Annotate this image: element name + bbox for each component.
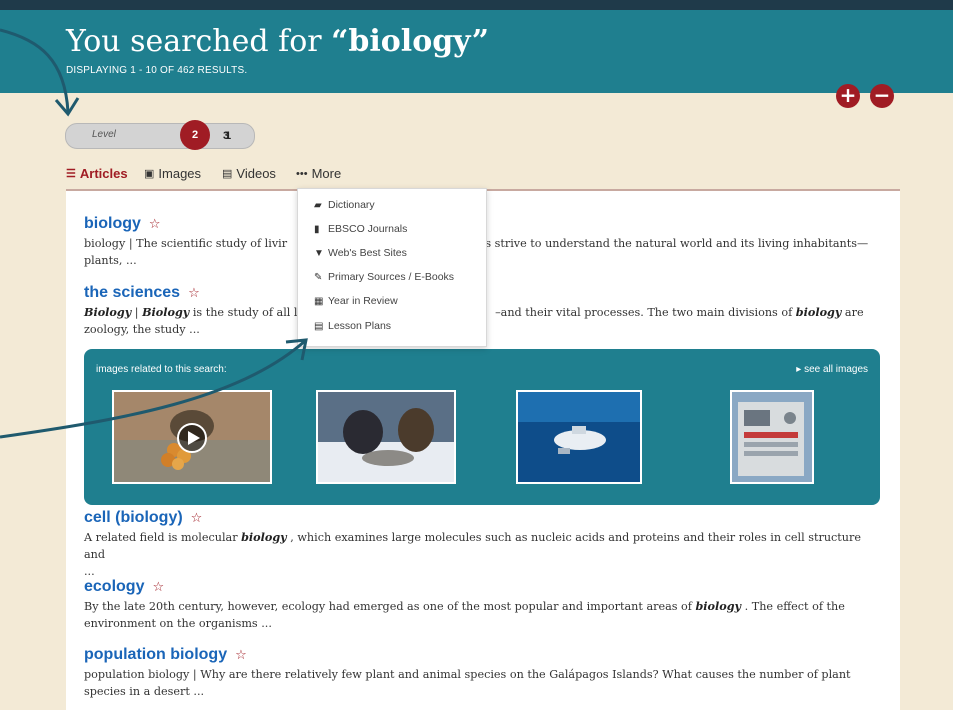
tortoise-image (114, 392, 270, 482)
related-images-panel: images related to this search: ▸ see all… (84, 349, 880, 505)
menu-item-dictionary[interactable]: ▰ Dictionary (314, 199, 375, 211)
level-label: Level (92, 129, 116, 140)
images-panel-label: images related to this search: (96, 364, 227, 375)
snippet-text: population biology | Why are there relat… (84, 668, 851, 681)
snippet-text: sts strive to understand the natural wor… (475, 237, 869, 250)
snippet-text: | (131, 306, 143, 319)
calendar-icon: ▦ (314, 296, 324, 307)
star-icon[interactable]: ☆ (188, 286, 200, 301)
result-snippet: population biology | Why are there relat… (84, 666, 884, 700)
image-thumbnail-lab-equipment[interactable] (730, 390, 814, 484)
snippet-text: plants, ... (84, 254, 137, 267)
menu-item-lesson-plans[interactable]: ▤ Lesson Plans (314, 320, 391, 332)
result-title[interactable]: cell (biology) (84, 509, 183, 527)
tab-videos[interactable]: ▤ Videos (222, 166, 276, 181)
menu-item-primary-sources[interactable]: ✎ Primary Sources / E-Books (314, 271, 454, 283)
film-icon: ▤ (222, 168, 233, 180)
tab-more-label: More (311, 166, 342, 181)
snippet-highlight: biology (795, 305, 842, 319)
result-snippet: A related field is molecular biology , w… (84, 529, 884, 580)
star-icon[interactable]: ☆ (152, 580, 164, 595)
image-icon: ▣ (144, 168, 155, 180)
result-title[interactable]: the sciences (84, 284, 180, 302)
image-thumbnail-tortoise-video[interactable] (112, 390, 272, 484)
snippet-text: is the study of all li (189, 306, 302, 319)
image-thumbnail-researchers[interactable] (316, 390, 456, 484)
tab-more[interactable]: ••• More (296, 166, 341, 181)
list-item: ecology ☆ By the late 20th century, howev… (84, 576, 884, 632)
star-icon[interactable]: ☆ (191, 511, 203, 526)
tab-images-label: Images (158, 166, 202, 181)
snippet-text: By the late 20th century, however, ecolo… (84, 600, 696, 613)
menu-item-ebsco-journals[interactable]: ▮ EBSCO Journals (314, 223, 407, 235)
snippet-text: zoology, the study ... (84, 323, 200, 336)
menu-item-label: Year in Review (328, 295, 398, 307)
snippet-text: species in a desert ... (84, 685, 205, 698)
page-title: You searched for “biology” (66, 24, 489, 59)
title-prefix: You searched for (66, 24, 332, 59)
results-count: DISPLAYING 1 - 10 OF 462 RESULTS. (66, 65, 248, 76)
list-item: population biology ☆ population biology |… (84, 644, 884, 700)
result-title[interactable]: ecology (84, 578, 144, 596)
snippet-highlight: biology (695, 599, 742, 613)
tab-articles-label: Articles (79, 166, 128, 181)
edit-icon: ✎ (314, 272, 323, 283)
minus-icon: − (873, 83, 891, 107)
arrowhead-icon (54, 97, 80, 117)
researchers-image (318, 392, 454, 482)
snippet-highlight: Biology (84, 305, 132, 319)
snippet-text: are (841, 306, 864, 319)
snippet-highlight: Biology (142, 305, 190, 319)
snippet-text: environment on the organisms ... (84, 617, 272, 630)
ellipsis-icon: ••• (296, 168, 308, 180)
search-header: You searched for “biology” DISPLAYING 1 … (0, 10, 953, 93)
submersible-image (518, 392, 640, 482)
zoom-out-button[interactable]: − (870, 84, 894, 108)
result-title[interactable]: biology (84, 215, 141, 233)
star-icon[interactable]: ☆ (235, 648, 247, 663)
lab-equipment-image (732, 392, 812, 482)
level-option-2[interactable]: 2 (180, 120, 210, 150)
menu-item-label: EBSCO Journals (328, 223, 408, 235)
list-icon: ☰ (66, 168, 76, 180)
more-dropdown-menu: ▰ Dictionary ▮ EBSCO Journals ▼ Web's Best … (297, 188, 487, 347)
menu-item-label: Lesson Plans (328, 320, 392, 332)
zoom-in-button[interactable]: + (836, 84, 860, 108)
search-query: “biology” (331, 24, 489, 59)
star-icon[interactable]: ☆ (149, 217, 161, 232)
tab-articles[interactable]: ☰ Articles (66, 166, 128, 181)
snippet-text: biology | The scientific study of livir (84, 237, 288, 250)
list-item: cell (biology) ☆ A related field is molec… (84, 507, 884, 580)
menu-item-webs-best-sites[interactable]: ▼ Web's Best Sites (314, 247, 407, 259)
menu-item-label: Primary Sources / E-Books (328, 271, 455, 283)
see-all-images-link[interactable]: ▸ see all images (796, 364, 868, 375)
reading-level-selector: Level 1 2 3 (65, 120, 255, 150)
book-icon: ▰ (314, 200, 322, 211)
plus-icon: + (839, 83, 857, 107)
menu-item-year-in-review[interactable]: ▦ Year in Review (314, 295, 398, 307)
snippet-text: –and their vital processes. The two main… (495, 306, 796, 319)
snippet-text: . The effect of the (741, 600, 845, 613)
snippet-highlight: biology (241, 530, 287, 544)
menu-item-label: Web's Best Sites (328, 247, 407, 259)
tab-images[interactable]: ▣ Images (144, 166, 201, 181)
document-icon: ▮ (314, 224, 320, 235)
level-option-3[interactable]: 3 (212, 124, 240, 148)
result-title[interactable]: population biology (84, 646, 227, 664)
snippet-text: A related field is molecular (84, 531, 242, 544)
tab-videos-label: Videos (236, 166, 276, 181)
bookmark-icon: ▼ (314, 248, 324, 259)
result-snippet: By the late 20th century, however, ecolo… (84, 598, 884, 632)
image-thumbnail-submersible[interactable] (516, 390, 642, 484)
menu-item-label: Dictionary (328, 199, 375, 211)
top-strip (0, 0, 953, 10)
list-box-icon: ▤ (314, 321, 324, 332)
